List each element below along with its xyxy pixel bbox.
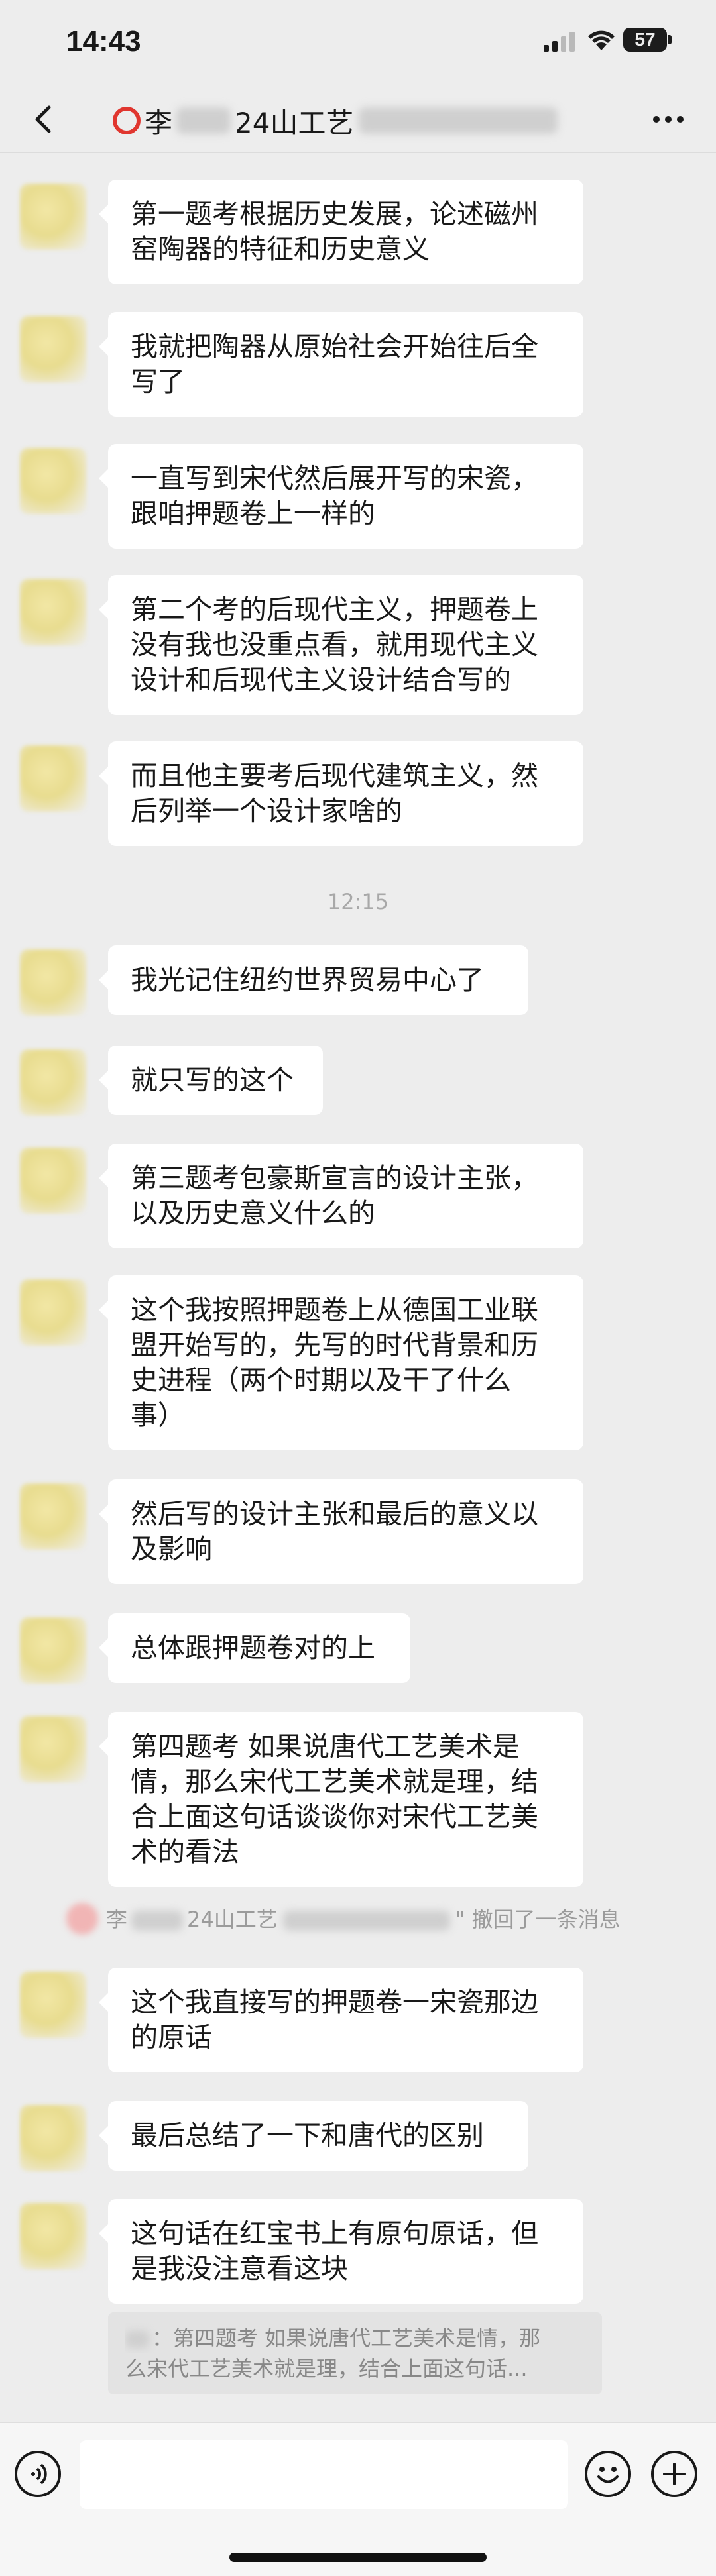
- wifi-icon: [588, 30, 615, 50]
- voice-icon[interactable]: [15, 2451, 61, 2497]
- message-bubble[interactable]: 第二个考的后现代主义，押题卷上 没有我也没重点看，就用现代主义 设计和后现代主义…: [99, 575, 583, 715]
- message-bubble[interactable]: 第三题考包豪斯宣言的设计主张， 以及历史意义什么的: [99, 1144, 583, 1248]
- avatar[interactable]: [20, 745, 86, 812]
- recall-name-prefix: 李: [106, 1907, 128, 1932]
- status-time: 14:43: [66, 25, 141, 58]
- message-input[interactable]: [80, 2440, 568, 2509]
- recall-name-middle: 24山工艺: [187, 1907, 278, 1932]
- message-bubble[interactable]: 然后写的设计主张和最后的意义以 及影响: [99, 1479, 583, 1584]
- red-circle-icon: [113, 107, 141, 134]
- status-bar: 14:43 57: [0, 0, 716, 86]
- recall-suffix: " 撤回了一条消息: [455, 1907, 621, 1932]
- message-bubble[interactable]: 最后总结了一下和唐代的区别: [99, 2101, 528, 2171]
- cellular-signal-icon: [544, 32, 575, 52]
- recall-notice: 李 24山工艺 " 撤回了一条消息: [0, 1903, 716, 1936]
- avatar[interactable]: [20, 1617, 86, 1684]
- chat-header: 李 24山工艺: [0, 86, 716, 153]
- chat-title: 李 24山工艺: [113, 101, 558, 140]
- quote-line-1: ：第四题考 如果说唐代工艺美术是情，那: [152, 2326, 541, 2351]
- message-bubble[interactable]: 这个我按照押题卷上从德国工业联 盟开始写的，先写的时代背景和历 史进程（两个时期…: [99, 1275, 583, 1450]
- message-bubble[interactable]: 第一题考根据历史发展，论述磁州 窑陶器的特征和历史意义: [99, 180, 583, 284]
- avatar[interactable]: [20, 1483, 86, 1550]
- avatar[interactable]: [20, 448, 86, 514]
- blurred-avatar-dot: [66, 1903, 98, 1935]
- plus-circle-icon[interactable]: [651, 2451, 697, 2497]
- message-bubble[interactable]: 就只写的这个: [99, 1046, 323, 1115]
- blurred-quote-name: [125, 2331, 149, 2348]
- blurred-name: [176, 107, 231, 134]
- chevron-left-icon[interactable]: [25, 101, 62, 138]
- avatar[interactable]: [20, 949, 86, 1016]
- blurred-name: [131, 1911, 184, 1931]
- blurred-name-suffix: [282, 1911, 450, 1931]
- battery-tip: [668, 35, 672, 44]
- title-middle: 24山工艺: [235, 106, 354, 139]
- quote-line-2: 么宋代工艺美术就是理，结合上面这句话...: [125, 2356, 528, 2381]
- blurred-title-suffix: [359, 107, 558, 134]
- message-bubble[interactable]: 第四题考 如果说唐代工艺美术是 情，那么宋代工艺美术就是理，结 合上面这句话谈谈…: [99, 1712, 583, 1887]
- title-prefix: 李: [145, 106, 173, 139]
- input-bar: [0, 2422, 716, 2576]
- emoji-icon[interactable]: [585, 2451, 631, 2497]
- message-bubble[interactable]: 我光记住纽约世界贸易中心了: [99, 945, 528, 1015]
- battery-icon: 57: [623, 28, 667, 52]
- message-bubble[interactable]: 一直写到宋代然后展开写的宋瓷， 跟咱押题卷上一样的: [99, 444, 583, 549]
- avatar[interactable]: [20, 1049, 86, 1116]
- ellipsis-icon[interactable]: [650, 106, 687, 133]
- avatar[interactable]: [20, 579, 86, 645]
- message-bubble[interactable]: 这个我直接写的押题卷一宋瓷那边 的原话: [99, 1968, 583, 2072]
- message-bubble[interactable]: 我就把陶器从原始社会开始往后全 写了: [99, 312, 583, 417]
- avatar[interactable]: [20, 184, 86, 250]
- avatar[interactable]: [20, 316, 86, 382]
- avatar[interactable]: [20, 2203, 86, 2269]
- home-indicator: [229, 2553, 487, 2562]
- avatar[interactable]: [20, 1716, 86, 1782]
- message-bubble[interactable]: 总体跟押题卷对的上: [99, 1613, 410, 1683]
- avatar[interactable]: [20, 1148, 86, 1214]
- message-bubble[interactable]: 而且他主要考后现代建筑主义，然 后列举一个设计家啥的: [99, 741, 583, 846]
- avatar[interactable]: [20, 1279, 86, 1346]
- time-divider: 12:15: [327, 889, 389, 914]
- avatar[interactable]: [20, 1972, 86, 2038]
- avatar[interactable]: [20, 2105, 86, 2171]
- message-bubble[interactable]: 这句话在红宝书上有原句原话，但 是我没注意看这块: [99, 2199, 583, 2304]
- quoted-message[interactable]: ：第四题考 如果说唐代工艺美术是情，那 么宋代工艺美术就是理，结合上面这句话..…: [108, 2312, 602, 2394]
